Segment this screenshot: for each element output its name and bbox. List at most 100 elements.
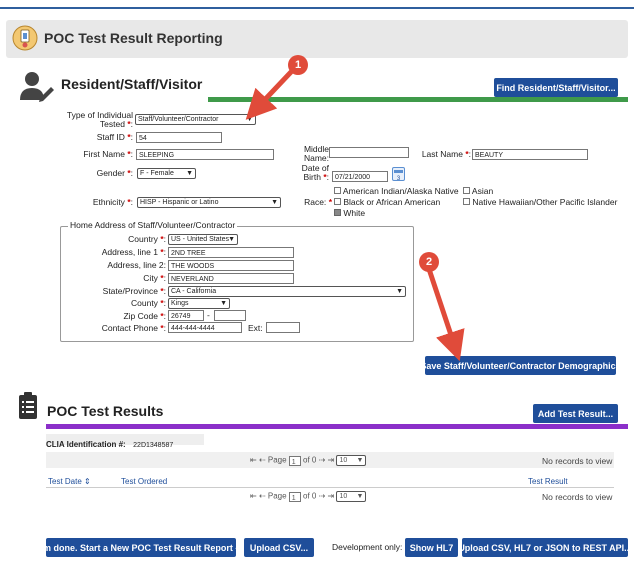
checkbox[interactable]	[334, 198, 341, 205]
county-select[interactable]: Kings ▼	[168, 298, 230, 309]
city-input[interactable]: NEVERLAND	[168, 273, 294, 284]
staff-id-input[interactable]: 54	[136, 132, 222, 143]
first-page-icon[interactable]: ⇤	[250, 456, 257, 465]
header-divider	[46, 487, 614, 488]
city-label: City *:	[143, 273, 166, 283]
app-titlebar: POC Test Result Reporting	[6, 20, 628, 58]
next-page-icon[interactable]: ⇢	[319, 492, 326, 501]
top-pager: ⇤ ⇠ Page 1 of 0 ⇢ ⇥ 10 ▼	[250, 455, 367, 466]
bottom-no-records: No records to view	[542, 492, 613, 502]
middle-name-input[interactable]	[329, 147, 409, 158]
zip-separator: -	[207, 310, 210, 320]
gender-select[interactable]: F - Female ▼	[137, 168, 196, 179]
last-name-label: Last Name *:	[421, 149, 471, 159]
clia-row: CLIA Identification #: 22D1348587	[46, 434, 204, 449]
zip-label: Zip Code *:	[123, 311, 166, 321]
chevron-down-icon: ▼	[271, 199, 278, 206]
poc-logo-icon	[12, 25, 38, 51]
checkbox[interactable]	[463, 198, 470, 205]
col-test-result[interactable]: Test Result	[528, 477, 568, 486]
page-number-input[interactable]: 1	[288, 491, 301, 502]
top-no-records: No records to view	[542, 456, 613, 466]
race-option-asian[interactable]: Asian	[463, 186, 493, 196]
race-label: Race: *	[304, 197, 332, 207]
race-option-black[interactable]: Black or African American	[334, 197, 440, 207]
page-number-input[interactable]: 1	[288, 455, 301, 466]
start-new-report-button[interactable]: I'm done. Start a New POC Test Result Re…	[38, 538, 244, 557]
person-edit-icon	[20, 72, 54, 102]
prev-page-icon[interactable]: ⇠	[259, 492, 266, 501]
resident-section-divider	[208, 97, 628, 102]
prev-page-icon[interactable]: ⇠	[259, 456, 266, 465]
find-resident-button[interactable]: Find Resident/Staff/Visitor...	[494, 78, 618, 97]
callout-arrow-2	[425, 263, 465, 362]
race-option-native-hawaiian[interactable]: Native Hawaiian/Other Pacific Islander	[463, 197, 617, 207]
first-name-label: First Name *:	[83, 149, 133, 159]
last-page-icon[interactable]: ⇥	[328, 456, 335, 465]
last-name-input[interactable]: BEAUTY	[472, 149, 588, 160]
staff-id-label: Staff ID *:	[96, 132, 133, 142]
col-test-ordered[interactable]: Test Ordered	[121, 477, 167, 486]
middle-name-label: Middle Name:	[303, 144, 329, 163]
dob-input[interactable]: 07/21/2000	[332, 171, 388, 182]
state-label: State/Province *:	[102, 286, 166, 296]
type-label: Type of Individual Tested *:	[66, 110, 133, 129]
checkbox[interactable]	[334, 187, 341, 194]
type-select[interactable]: Staff/Volunteer/Contractor ▼	[135, 114, 256, 125]
address-line2-input[interactable]: THE WOODS	[168, 260, 294, 271]
chevron-down-icon: ▼	[220, 300, 227, 307]
first-page-icon[interactable]: ⇤	[250, 492, 257, 501]
chevron-down-icon: ▼	[186, 170, 193, 177]
page-size-select[interactable]: 10 ▼	[336, 455, 367, 466]
chevron-down-icon: ▼	[246, 116, 253, 123]
ethnicity-label: Ethnicity *:	[92, 197, 133, 207]
resident-section-title: Resident/Staff/Visitor	[61, 76, 203, 92]
address-line2-label: Address, line 2:	[107, 260, 166, 270]
dev-only-label: Development only:	[332, 542, 403, 552]
upload-rest-api-button[interactable]: Upload CSV, HL7 or JSON to REST API...	[458, 538, 632, 557]
callout-badge-2: 2	[419, 252, 439, 272]
results-section-title: POC Test Results	[47, 403, 164, 419]
callout-arrow-1	[245, 69, 294, 120]
col-test-date[interactable]: Test Date ⇕	[48, 477, 91, 486]
checkbox-checked[interactable]	[334, 209, 341, 216]
svg-text:3: 3	[397, 176, 401, 181]
country-select[interactable]: US - United States ▼	[168, 234, 238, 245]
gender-label: Gender *:	[96, 168, 133, 178]
ethnicity-select[interactable]: HISP - Hispanic or Latino ▼	[137, 197, 281, 208]
top-divider	[0, 7, 634, 9]
ext-input[interactable]	[266, 322, 300, 333]
next-page-icon[interactable]: ⇢	[319, 456, 326, 465]
page-size-select[interactable]: 10 ▼	[336, 491, 367, 502]
add-test-result-button[interactable]: Add Test Result...	[533, 404, 618, 423]
chevron-down-icon: ▼	[356, 457, 364, 464]
dob-label: Date of Birth *:	[301, 163, 329, 182]
race-option-white[interactable]: White	[334, 208, 365, 218]
chevron-down-icon: ▼	[356, 493, 364, 500]
home-address-legend: Home Address of Staff/Volunteer/Contract…	[68, 220, 238, 230]
phone-input[interactable]: 444-444-4444	[168, 322, 242, 333]
address-line1-label: Address, line 1 *:	[101, 247, 166, 257]
checkbox[interactable]	[463, 187, 470, 194]
clipboard-list-icon	[19, 392, 37, 419]
show-hl7-button[interactable]: Show HL7	[405, 538, 458, 557]
address-line1-input[interactable]: 2ND TREE	[168, 247, 294, 258]
chevron-down-icon: ▼	[228, 236, 235, 243]
calendar-icon[interactable]: 3	[392, 167, 405, 182]
state-select[interactable]: CA - California ▼	[168, 286, 406, 297]
save-demographics-button[interactable]: Save Staff/Volunteer/Contractor Demograp…	[420, 356, 621, 375]
last-page-icon[interactable]: ⇥	[328, 492, 335, 501]
race-option-american-indian[interactable]: American Indian/Alaska Native	[334, 186, 459, 196]
chevron-down-icon: ▼	[396, 288, 403, 295]
phone-label: Contact Phone *:	[101, 323, 166, 333]
sort-icon: ⇕	[84, 477, 91, 486]
zip-input[interactable]: 26749	[168, 310, 204, 321]
upload-csv-button[interactable]: Upload CSV...	[244, 538, 314, 557]
county-label: County *:	[131, 298, 166, 308]
app-title: POC Test Result Reporting	[44, 30, 223, 46]
zip-ext-input[interactable]	[214, 310, 246, 321]
clia-value: 22D1348587	[133, 442, 174, 449]
first-name-input[interactable]: SLEEPING	[136, 149, 274, 160]
bottom-pager: ⇤ ⇠ Page 1 of 0 ⇢ ⇥ 10 ▼	[250, 491, 367, 502]
ext-label: Ext:	[248, 323, 263, 333]
